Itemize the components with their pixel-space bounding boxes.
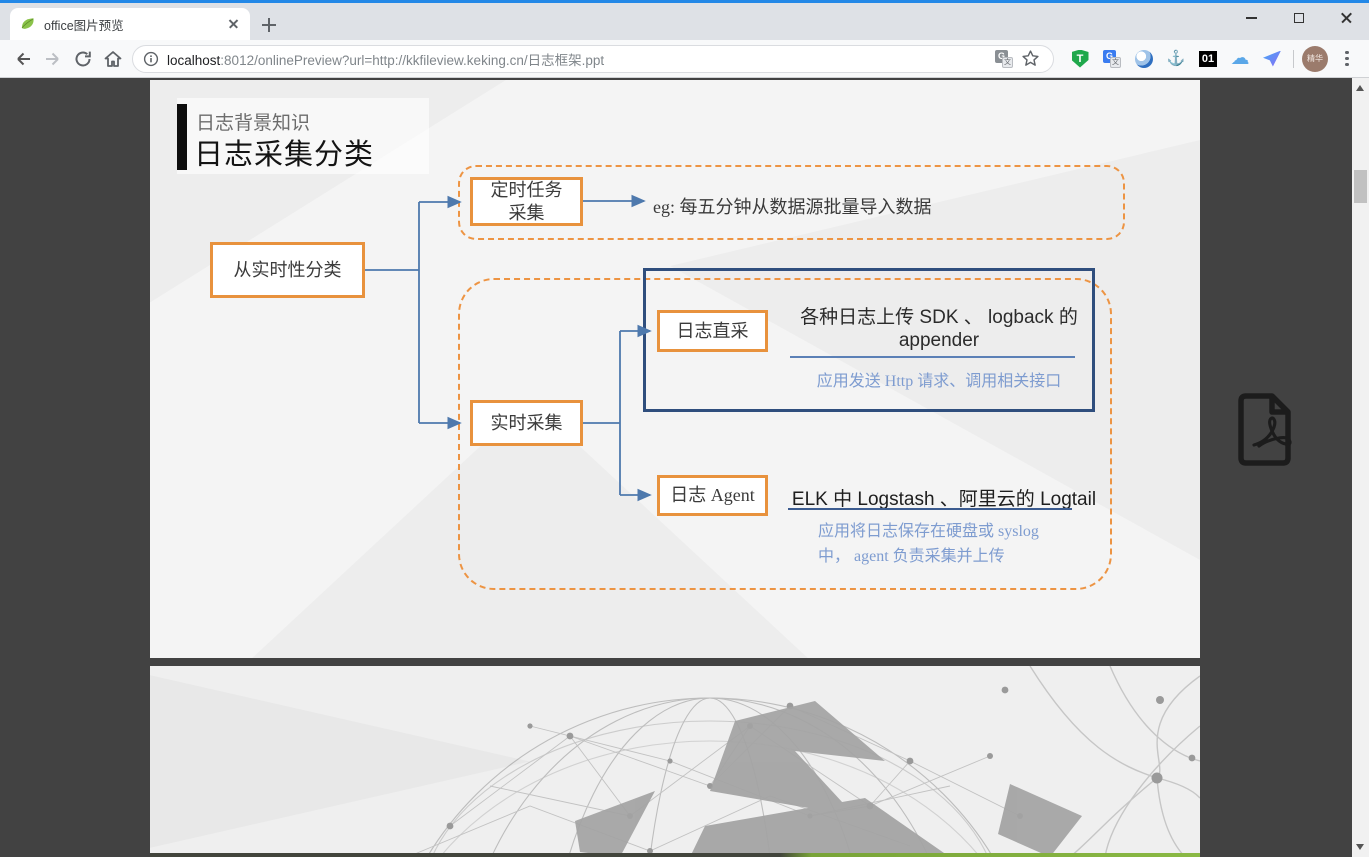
node-label-line2: 采集	[509, 202, 545, 225]
forward-icon	[43, 49, 63, 69]
star-icon	[1021, 49, 1040, 68]
refresh-button[interactable]	[68, 44, 98, 74]
page-scrollbar[interactable]	[1352, 78, 1369, 857]
translate-extension-button[interactable]: G 文	[1098, 45, 1126, 73]
agent-heading: ELK 中 Logstash 、阿里云的 Logtail	[778, 484, 1110, 511]
node-realtime-collect: 实时采集	[470, 400, 583, 446]
profile-button[interactable]: 精华	[1301, 45, 1329, 73]
agent-heading-underline	[788, 508, 1072, 510]
toolbar-divider	[1293, 50, 1294, 68]
node-label: 日志直采	[677, 320, 749, 343]
minimize-button[interactable]	[1228, 3, 1275, 33]
anchor-icon: ⚓	[1167, 51, 1186, 66]
spring-leaf-favicon	[20, 16, 36, 32]
browser-toolbar: localhost:8012/onlinePreview?url=http://…	[0, 40, 1369, 78]
pdf-preview-button[interactable]	[1228, 390, 1304, 468]
slide-1: 日志背景知识 日志采集分类	[150, 80, 1200, 658]
url-text: localhost:8012/onlinePreview?url=http://…	[167, 49, 991, 69]
home-button[interactable]	[98, 44, 128, 74]
direct-heading-underline	[790, 356, 1075, 358]
address-bar[interactable]: localhost:8012/onlinePreview?url=http://…	[132, 45, 1054, 73]
direct-heading: 各种日志上传 SDK 、 logback 的 appender	[780, 306, 1098, 352]
translate-page-icon: G 文	[995, 50, 1013, 68]
slide-2	[150, 666, 1200, 857]
close-button[interactable]	[1322, 3, 1369, 33]
swirl-extension-button[interactable]	[1130, 45, 1158, 73]
back-button[interactable]	[8, 44, 38, 74]
close-icon	[1340, 12, 1352, 24]
scroll-up-icon[interactable]	[1356, 85, 1364, 91]
node-direct-collect: 日志直采	[657, 310, 768, 352]
avatar: 精华	[1302, 46, 1328, 72]
window-titlebar: office图片预览	[0, 0, 1369, 40]
agent-note: 应用将日志保存在硬盘或 syslog 中， agent 负责采集并上传	[818, 520, 1118, 570]
node-log-agent: 日志 Agent	[657, 475, 768, 516]
extensions-row: T G 文 ⚓ 01 ☁ 精华	[1066, 45, 1361, 73]
node-timed-task-collect: 定时任务 采集	[470, 177, 583, 226]
paper-plane-icon	[1263, 51, 1281, 67]
direct-note: 应用发送 Http 请求、调用相关接口	[780, 367, 1098, 391]
window-accent-strip	[0, 0, 1369, 3]
page-translate-button[interactable]: G 文	[991, 46, 1017, 72]
refresh-icon	[73, 49, 93, 69]
maximize-icon	[1294, 13, 1304, 23]
forward-button[interactable]	[38, 44, 68, 74]
pdf-file-icon	[1228, 390, 1304, 468]
node-label-line1: 定时任务	[491, 179, 563, 202]
agent-note-line2: 中， agent 负责采集并上传	[818, 545, 1118, 570]
window-controls	[1228, 3, 1369, 33]
plane-extension-button[interactable]	[1258, 45, 1286, 73]
back-icon	[13, 49, 33, 69]
gray-extension-button[interactable]: ⚓	[1162, 45, 1190, 73]
scrollbar-thumb[interactable]	[1354, 170, 1367, 203]
agent-note-line1: 应用将日志保存在硬盘或 syslog	[818, 520, 1118, 545]
page-info-icon[interactable]	[143, 51, 159, 67]
green-shield-icon: T	[1072, 50, 1089, 68]
page-content: 日志背景知识 日志采集分类	[0, 78, 1369, 857]
cloud-icon: ☁	[1231, 49, 1250, 68]
translate-sub-letter: 文	[1110, 57, 1121, 68]
blue-swirl-icon	[1135, 50, 1153, 68]
node-label: 日志 Agent	[670, 484, 755, 507]
browser-tab[interactable]: office图片预览	[10, 8, 250, 40]
translate-icon: G 文	[1103, 50, 1121, 68]
maximize-button[interactable]	[1275, 3, 1322, 33]
01-badge-icon: 01	[1199, 51, 1217, 67]
home-icon	[103, 49, 123, 69]
kebab-menu-icon	[1345, 51, 1349, 67]
node-label: 从实时性分类	[234, 259, 342, 282]
browser-menu-button[interactable]	[1333, 45, 1361, 73]
zero-one-extension-button[interactable]: 01	[1194, 45, 1222, 73]
scroll-down-icon[interactable]	[1356, 844, 1364, 850]
translate-sub-letter: 文	[1002, 57, 1013, 68]
url-host: localhost	[167, 53, 220, 68]
minimize-icon	[1246, 17, 1257, 19]
adguard-extension-button[interactable]: T	[1066, 45, 1094, 73]
next-slide-sliver	[150, 853, 1200, 857]
url-path: :8012/onlinePreview?url=http://kkfilevie…	[220, 53, 604, 68]
tab-close-icon[interactable]	[226, 16, 242, 32]
cloud-extension-button[interactable]: ☁	[1226, 45, 1254, 73]
tab-title: office图片预览	[44, 15, 226, 34]
bookmark-button[interactable]	[1017, 46, 1043, 72]
new-tab-button[interactable]	[260, 16, 278, 34]
node-label: 实时采集	[491, 412, 563, 435]
timed-example-text: eg: 每五分钟从数据源批量导入数据	[653, 193, 932, 219]
node-realtime-classification: 从实时性分类	[210, 242, 365, 298]
